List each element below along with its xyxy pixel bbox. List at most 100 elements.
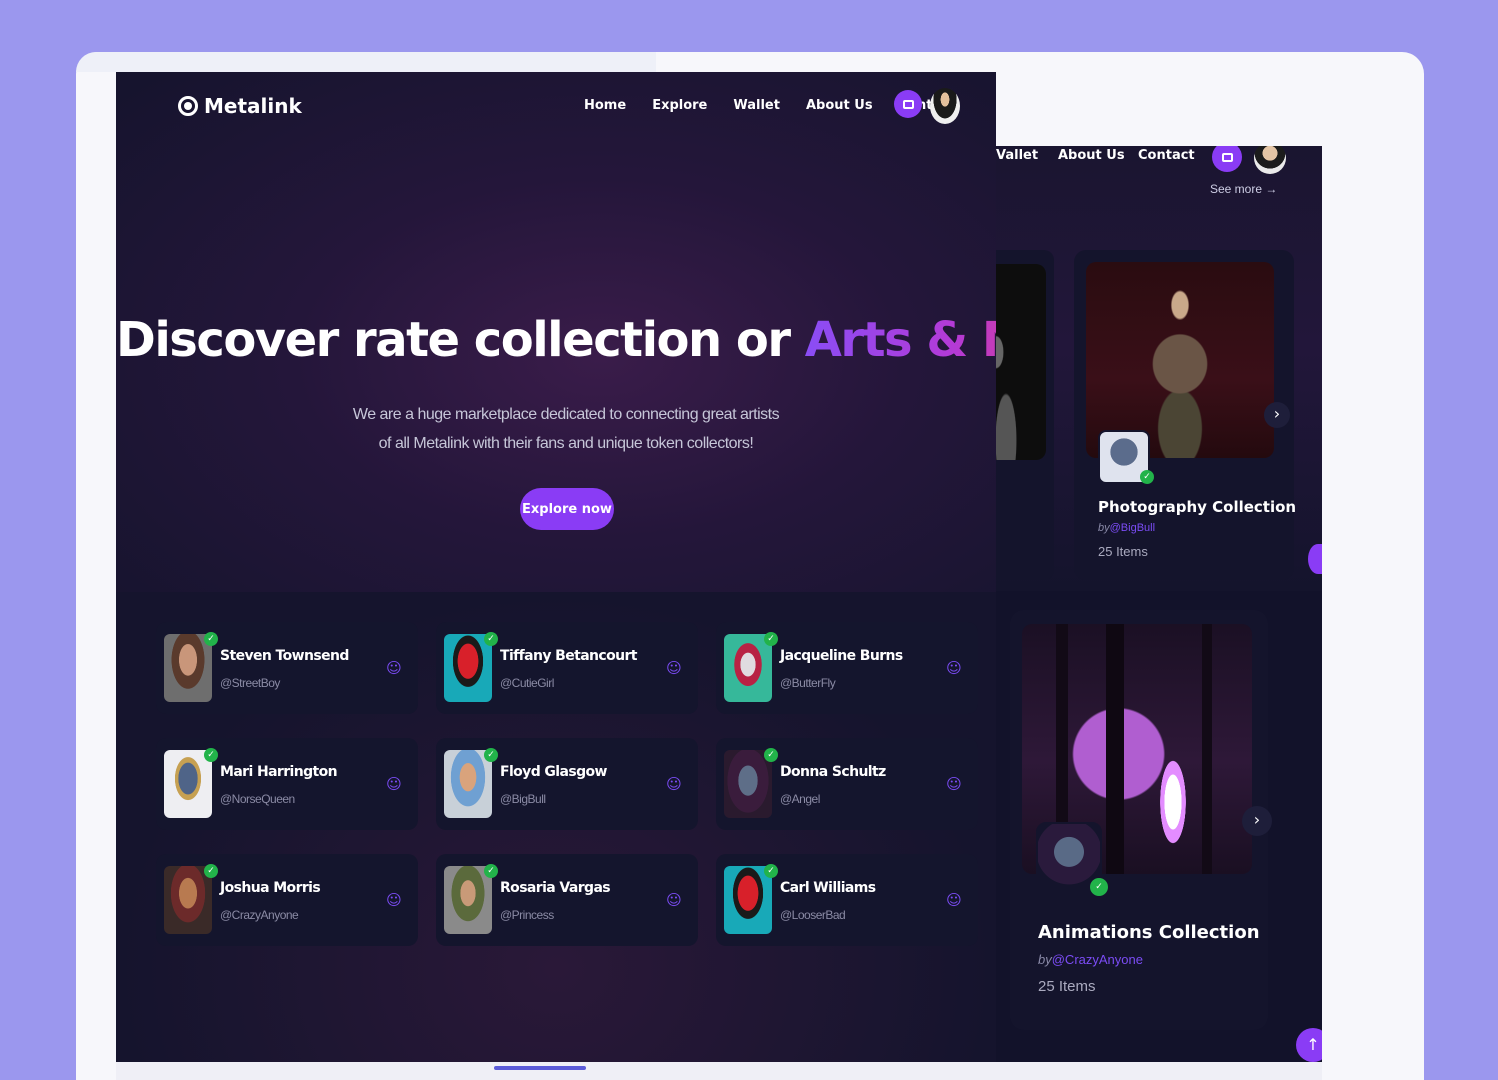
collection-title: Animations Collection bbox=[1038, 922, 1260, 943]
user-follow-icon[interactable]: ☺ bbox=[944, 890, 964, 910]
creator-avatar bbox=[164, 866, 212, 934]
user-follow-icon[interactable]: ☺ bbox=[944, 658, 964, 678]
nav-explore-link[interactable]: Explore bbox=[652, 98, 707, 113]
creator-card[interactable]: ✓ Joshua Morris @CrazyAnyone ☺ bbox=[156, 854, 418, 946]
user-avatar[interactable] bbox=[930, 88, 960, 124]
creator-handle: @ButterFly bbox=[780, 676, 836, 690]
creator-handle: @Angel bbox=[780, 792, 820, 806]
creator-handle: @NorseQueen bbox=[220, 792, 295, 806]
creator-avatar bbox=[724, 750, 772, 818]
collection-card-photography[interactable]: ✓ Photography Collection by@BigBull 25 I… bbox=[1074, 250, 1297, 580]
check-badge-icon: ✓ bbox=[204, 864, 218, 878]
hero-headline: Discover rate collection or Arts & NFTs bbox=[116, 312, 996, 368]
nav-about-link[interactable]: About Us bbox=[806, 98, 873, 113]
user-follow-icon[interactable]: ☺ bbox=[664, 658, 684, 678]
outer-frame-tint bbox=[76, 52, 656, 72]
logo-icon bbox=[178, 96, 198, 116]
creator-name: Steven Townsend bbox=[220, 648, 349, 664]
collection-byline: by@CrazyAnyone bbox=[1038, 952, 1143, 967]
creator-handle: @CutieGirl bbox=[500, 676, 554, 690]
check-badge-icon: ✓ bbox=[484, 864, 498, 878]
brand-name: Metalink bbox=[204, 94, 302, 118]
creator-card[interactable]: ✓ Floyd Glasgow @BigBull ☺ bbox=[436, 738, 698, 830]
creator-avatar bbox=[724, 634, 772, 702]
chevron-right-icon[interactable]: › bbox=[1242, 806, 1272, 836]
user-follow-icon[interactable]: ☺ bbox=[384, 774, 404, 794]
wallet-icon bbox=[902, 99, 914, 109]
creator-card[interactable]: ✓ Jacqueline Burns @ButterFly ☺ bbox=[716, 622, 978, 714]
creator-handle: @StreetBoy bbox=[220, 676, 280, 690]
arrow-up-icon[interactable]: ↑ bbox=[1296, 1028, 1322, 1062]
subtext-line: of all Metalink with their fans and uniq… bbox=[378, 435, 754, 452]
creator-name: Donna Schultz bbox=[780, 764, 886, 780]
side-scroll-button[interactable] bbox=[1308, 544, 1322, 574]
collection-items-count: 25 Items bbox=[1038, 978, 1096, 995]
creator-name: Mari Harrington bbox=[220, 764, 338, 780]
user-follow-icon[interactable]: ☺ bbox=[944, 774, 964, 794]
secondary-nav: Vallet About Us Contact bbox=[996, 146, 1322, 174]
nav-contact-link[interactable]: Contact bbox=[1138, 148, 1195, 163]
collection-card-animations[interactable]: ✓ Animations Collection by@CrazyAnyone 2… bbox=[1010, 610, 1268, 1030]
user-follow-icon[interactable]: ☺ bbox=[664, 774, 684, 794]
headline-accent: Arts & NFTs bbox=[805, 312, 996, 368]
creator-avatar bbox=[164, 634, 212, 702]
creator-handle: @BigBull bbox=[500, 792, 546, 806]
collection-image bbox=[996, 264, 1046, 460]
check-badge-icon: ✓ bbox=[204, 748, 218, 762]
nav-home-link[interactable]: Home bbox=[584, 98, 626, 113]
creator-avatar bbox=[444, 866, 492, 934]
creator-name: Rosaria Vargas bbox=[500, 880, 611, 896]
creator-avatar bbox=[444, 634, 492, 702]
collection-title: Photography Collection bbox=[1098, 498, 1297, 516]
check-badge-icon: ✓ bbox=[484, 748, 498, 762]
subtext-line: We are a huge marketplace dedicated to c… bbox=[352, 406, 780, 423]
user-follow-icon[interactable]: ☺ bbox=[664, 890, 684, 910]
check-badge-icon: ✓ bbox=[764, 632, 778, 646]
user-follow-icon[interactable]: ☺ bbox=[384, 890, 404, 910]
creator-name: Jacqueline Burns bbox=[780, 648, 903, 664]
creator-name: Tiffany Betancourt bbox=[500, 648, 638, 664]
check-badge-icon: ✓ bbox=[764, 864, 778, 878]
nav-about-link[interactable]: About Us bbox=[1058, 148, 1125, 163]
creator-handle: @Princess bbox=[500, 908, 554, 922]
see-more-link[interactable]: See more → bbox=[1210, 182, 1277, 196]
check-badge-icon: ✓ bbox=[484, 632, 498, 646]
main-screen: Metalink Home Explore Wallet About Us Co… bbox=[116, 72, 996, 1062]
brand-logo[interactable]: Metalink bbox=[178, 94, 302, 118]
creator-card[interactable]: ✓ Donna Schultz @Angel ☺ bbox=[716, 738, 978, 830]
collection-items-count: 25 Items bbox=[1098, 544, 1148, 559]
creator-card[interactable]: ✓ Mari Harrington @NorseQueen ☺ bbox=[156, 738, 418, 830]
collection-creator-link[interactable]: @BigBull bbox=[1110, 522, 1155, 534]
creator-card[interactable]: ✓ Carl Williams @LooserBad ☺ bbox=[716, 854, 978, 946]
creator-avatar bbox=[724, 866, 772, 934]
hero-subtext: We are a huge marketplace dedicated to c… bbox=[116, 400, 996, 458]
bottom-edge bbox=[116, 1062, 1322, 1080]
bottom-accent-bar bbox=[494, 1066, 586, 1070]
creator-avatar bbox=[444, 750, 492, 818]
creator-card[interactable]: ✓ Rosaria Vargas @Princess ☺ bbox=[436, 854, 698, 946]
user-follow-icon[interactable]: ☺ bbox=[384, 658, 404, 678]
check-badge-icon: ✓ bbox=[1140, 470, 1154, 484]
wallet-icon bbox=[1221, 152, 1233, 162]
check-badge-icon: ✓ bbox=[764, 748, 778, 762]
check-badge-icon: ✓ bbox=[204, 632, 218, 646]
nav-wallet-link[interactable]: Wallet bbox=[733, 98, 780, 113]
creator-name: Joshua Morris bbox=[220, 880, 321, 896]
headline-main: Discover rate collection or bbox=[116, 312, 805, 368]
wallet-button[interactable] bbox=[894, 90, 922, 118]
collection-image bbox=[1086, 262, 1274, 458]
nav-wallet-link[interactable]: Vallet bbox=[996, 148, 1038, 163]
collection-creator-link[interactable]: @CrazyAnyone bbox=[1052, 952, 1143, 967]
creator-name: Floyd Glasgow bbox=[500, 764, 607, 780]
check-badge-icon: ✓ bbox=[1090, 878, 1108, 896]
creator-name: Carl Williams bbox=[780, 880, 876, 896]
chevron-right-icon[interactable]: › bbox=[1264, 402, 1290, 428]
collection-card-partial[interactable] bbox=[996, 250, 1054, 580]
explore-now-button[interactable]: Explore now bbox=[520, 488, 614, 530]
creator-card[interactable]: ✓ Tiffany Betancourt @CutieGirl ☺ bbox=[436, 622, 698, 714]
creator-avatar bbox=[164, 750, 212, 818]
collection-byline: by@BigBull bbox=[1098, 522, 1156, 534]
creator-handle: @LooserBad bbox=[780, 908, 846, 922]
creator-handle: @CrazyAnyone bbox=[220, 908, 299, 922]
creator-card[interactable]: ✓ Steven Townsend @StreetBoy ☺ bbox=[156, 622, 418, 714]
